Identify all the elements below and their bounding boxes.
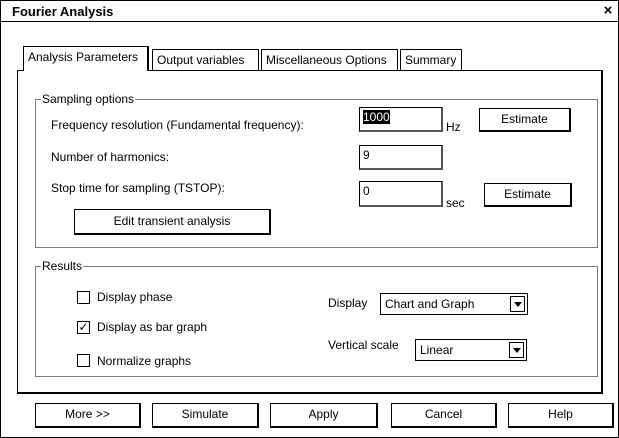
normalize-graphs-checkbox[interactable] xyxy=(77,354,90,367)
vertical-scale-select[interactable]: Linear xyxy=(415,339,527,361)
vertical-scale-value: Linear xyxy=(420,343,454,357)
frequency-resolution-label: Frequency resolution (Fundamental freque… xyxy=(51,118,304,132)
more-button[interactable]: More >> xyxy=(35,403,141,428)
tab-output-variables[interactable]: Output variables xyxy=(152,49,259,70)
analysis-parameters-panel: Sampling options Frequency resolution (F… xyxy=(17,70,603,394)
tab-miscellaneous-options[interactable]: Miscellaneous Options xyxy=(261,49,398,70)
estimate-stop-time-button[interactable]: Estimate xyxy=(484,183,572,207)
stop-time-field[interactable]: 0 xyxy=(359,181,443,207)
title-bar: Fourier Analysis × xyxy=(1,1,618,22)
checkmark-icon: ✓ xyxy=(78,320,89,334)
number-of-harmonics-label: Number of harmonics: xyxy=(51,150,170,164)
chevron-down-icon xyxy=(509,342,524,358)
normalize-graphs-label: Normalize graphs xyxy=(97,354,192,368)
stop-time-unit-label: sec xyxy=(446,196,465,210)
harmonics-field[interactable]: 9 xyxy=(359,145,443,170)
help-button[interactable]: Help xyxy=(508,403,614,428)
cancel-button[interactable]: Cancel xyxy=(391,403,497,428)
simulate-button[interactable]: Simulate xyxy=(152,403,259,428)
fourier-analysis-dialog: Fourier Analysis × Analysis Parameters O… xyxy=(0,0,619,438)
tab-analysis-parameters[interactable]: Analysis Parameters xyxy=(23,46,149,71)
display-bar-graph-checkbox[interactable]: ✓ xyxy=(77,321,90,334)
frequency-resolution-field[interactable]: 1000 xyxy=(359,107,443,132)
edit-transient-analysis-button[interactable]: Edit transient analysis xyxy=(74,209,271,235)
display-phase-label: Display phase xyxy=(97,290,173,304)
stop-time-label: Stop time for sampling (TSTOP): xyxy=(51,181,225,195)
display-select-value: Chart and Graph xyxy=(385,297,475,311)
stop-time-value: 0 xyxy=(363,184,370,198)
display-select[interactable]: Chart and Graph xyxy=(380,293,528,315)
display-phase-checkbox[interactable] xyxy=(77,291,90,304)
results-legend: Results xyxy=(41,259,84,273)
tab-summary[interactable]: Summary xyxy=(400,49,462,70)
harmonics-value: 9 xyxy=(363,148,370,162)
vertical-scale-label: Vertical scale xyxy=(328,338,399,352)
close-icon[interactable]: × xyxy=(600,2,616,19)
apply-button[interactable]: Apply xyxy=(270,403,378,428)
frequency-resolution-value: 1000 xyxy=(363,110,390,124)
display-bar-graph-label: Display as bar graph xyxy=(97,320,208,334)
chevron-down-icon xyxy=(510,296,525,312)
sampling-options-legend: Sampling options xyxy=(41,92,136,106)
estimate-frequency-button[interactable]: Estimate xyxy=(479,108,571,132)
frequency-unit-label: Hz xyxy=(446,120,461,134)
dialog-title: Fourier Analysis xyxy=(12,4,114,19)
display-label: Display xyxy=(328,296,368,310)
